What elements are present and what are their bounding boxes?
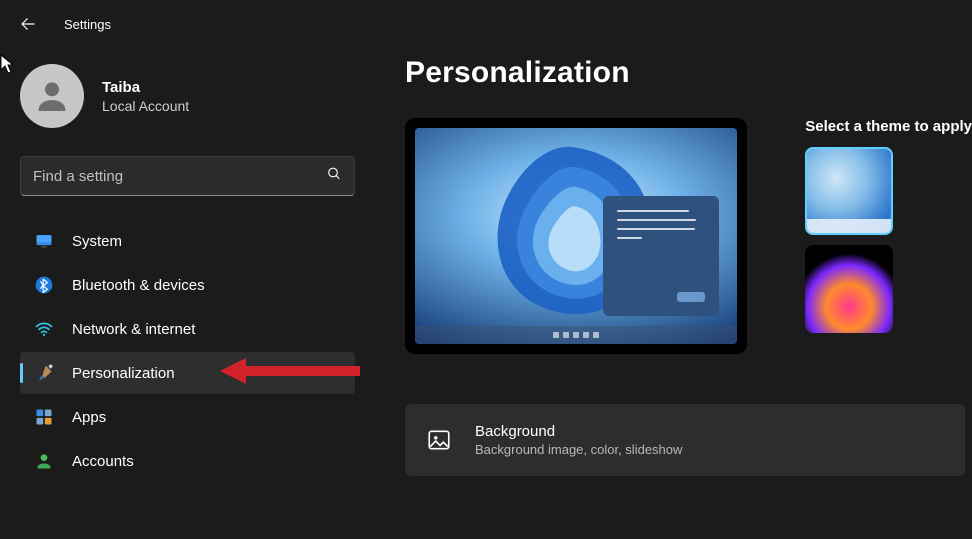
title-bar: Settings: [0, 0, 972, 48]
themes-heading: Select a theme to apply: [805, 118, 972, 135]
user-account-type: Local Account: [102, 98, 189, 114]
user-name: Taiba: [102, 79, 189, 96]
sidebar-item-bluetooth[interactable]: Bluetooth & devices: [20, 264, 355, 306]
apps-icon: [34, 407, 54, 427]
user-icon: [32, 76, 72, 116]
preview-mini-window: [603, 196, 719, 316]
sidebar-item-accounts[interactable]: Accounts: [20, 440, 355, 482]
picture-icon: [425, 426, 453, 454]
sidebar-item-label: Bluetooth & devices: [72, 277, 205, 294]
search-icon: [326, 166, 342, 187]
paintbrush-icon: [34, 363, 54, 383]
sidebar-item-label: Apps: [72, 409, 106, 426]
theme-tile-light[interactable]: [805, 147, 893, 235]
nav: System Bluetooth & devices Network & int…: [20, 220, 355, 482]
back-button[interactable]: [8, 4, 48, 44]
preview-taskbar: [415, 326, 737, 344]
window-title: Settings: [64, 17, 111, 32]
search-box[interactable]: [20, 156, 355, 196]
sidebar-item-label: System: [72, 233, 122, 250]
sidebar-item-network[interactable]: Network & internet: [20, 308, 355, 350]
background-card[interactable]: Background Background image, color, slid…: [405, 404, 965, 476]
card-title: Background: [475, 423, 682, 440]
card-subtitle: Background image, color, slideshow: [475, 442, 682, 457]
back-arrow-icon: [19, 15, 37, 33]
page-title: Personalization: [405, 56, 972, 90]
annotation-arrow-icon: [220, 356, 360, 390]
search-input[interactable]: [33, 168, 314, 185]
accounts-icon: [34, 451, 54, 471]
sidebar-item-system[interactable]: System: [20, 220, 355, 262]
sidebar-item-personalization[interactable]: Personalization: [20, 352, 355, 394]
sidebar-item-label: Accounts: [72, 453, 134, 470]
sidebar-item-label: Personalization: [72, 365, 175, 382]
avatar: [20, 64, 84, 128]
desktop-preview[interactable]: [405, 118, 747, 354]
bluetooth-icon: [34, 275, 54, 295]
main-content: Personalization: [375, 48, 972, 539]
wifi-icon: [34, 319, 54, 339]
sidebar-item-label: Network & internet: [72, 321, 195, 338]
themes-column: Select a theme to apply: [805, 118, 972, 333]
theme-tile-dark[interactable]: [805, 245, 893, 333]
sidebar: Taiba Local Account System Bluetooth: [0, 48, 375, 539]
monitor-icon: [34, 231, 54, 251]
user-block[interactable]: Taiba Local Account: [20, 64, 355, 128]
sidebar-item-apps[interactable]: Apps: [20, 396, 355, 438]
